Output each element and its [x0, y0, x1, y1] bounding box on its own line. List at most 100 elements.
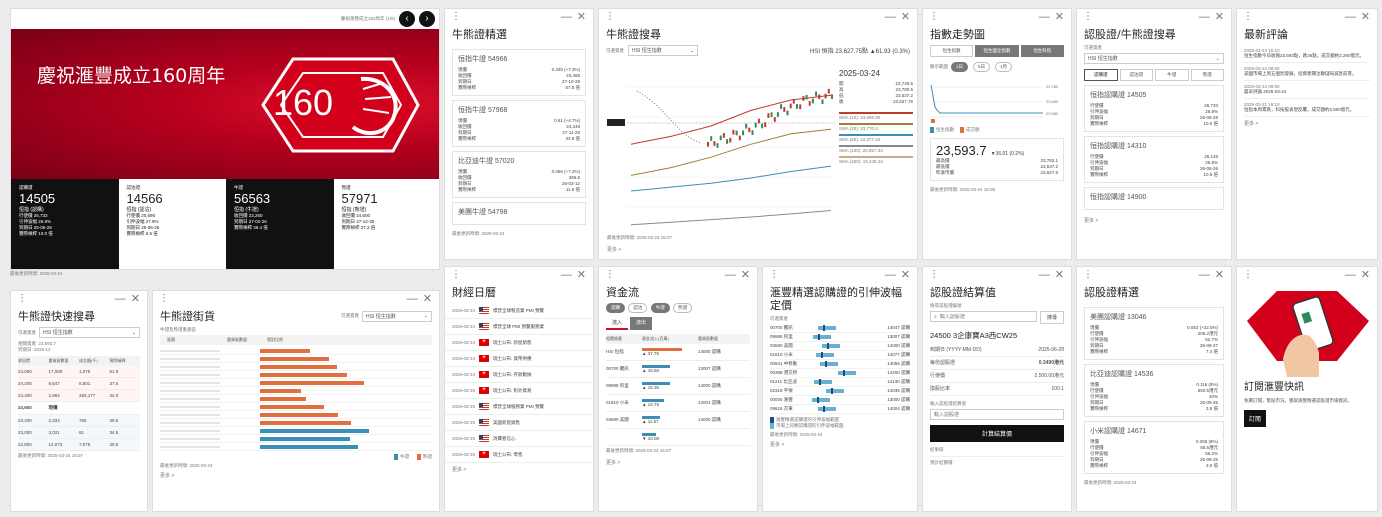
table-row[interactable]: 23,200 2,334 765 39.5 — [18, 415, 140, 428]
table-row[interactable]: 23,600 現價 — [18, 402, 140, 416]
more-link[interactable]: 更多 > — [153, 469, 439, 482]
drag-handle-icon[interactable]: ⋮ — [929, 11, 939, 22]
warrant-search-field[interactable]: ⌕ — [930, 311, 1037, 323]
iv-row[interactable]: 02318 平保 14035 認購 — [770, 387, 910, 397]
window-controls[interactable]: — ✕ — [407, 292, 433, 305]
warrant-card[interactable]: 比亞迪認購證 14536 現價 0.116 (8%) 行使價 550.5港元 引伸波幅 40… — [1084, 364, 1224, 418]
street-row[interactable] — [160, 403, 432, 412]
drag-handle-icon[interactable]: ⋮ — [769, 269, 779, 280]
iv-row[interactable]: 00005 滙豐 13000 認購 — [770, 396, 910, 406]
calendar-event[interactable]: 2025-03-24 標普全球 PMI 預覽服務業 — [445, 319, 593, 336]
more-link[interactable]: 更多 > — [445, 463, 593, 476]
window-controls[interactable]: — ✕ — [1199, 268, 1225, 281]
iv-row[interactable]: 00700 騰訊 14047 認購 — [770, 324, 910, 334]
chevron-right-icon[interactable]: › — [419, 11, 435, 27]
warrant-search-input[interactable] — [939, 313, 1010, 320]
drag-handle-icon[interactable]: ⋮ — [451, 269, 461, 280]
street-row[interactable] — [160, 395, 432, 404]
window-controls[interactable]: — ✕ — [115, 292, 141, 305]
more-link[interactable]: 更多 > — [1077, 214, 1231, 227]
drag-handle-icon[interactable]: ⋮ — [159, 293, 169, 304]
period-5d[interactable]: 5日 — [973, 62, 991, 73]
settlement-value-input[interactable] — [930, 409, 1064, 421]
window-controls[interactable]: — ✕ — [561, 268, 587, 281]
tab-inflow[interactable]: 流入 — [606, 317, 629, 331]
iv-row[interactable]: 01211 比亞迪 14130 認購 — [770, 378, 910, 388]
subscribe-button[interactable]: 訂閱 — [1244, 410, 1266, 427]
calendar-event[interactable]: 2025-03-24 + 瑞士公布: 存款數據 — [445, 367, 593, 384]
period-1d[interactable]: 1日 — [951, 62, 969, 73]
table-row[interactable]: 22,800 12,073 7,076 20.5 — [18, 439, 140, 452]
drag-handle-icon[interactable]: ⋮ — [17, 293, 27, 304]
warrant-card[interactable]: 恒指認購證 14900 — [1084, 187, 1224, 211]
tab-hsi[interactable]: 恒生指數 — [930, 45, 974, 58]
hero-tile-4[interactable]: 熊證 57971 恒指 (熊證) 收回價 24,600 到期日 27-12-30… — [333, 179, 439, 269]
tab-hstech[interactable]: 恒生科指 — [1020, 45, 1064, 58]
street-row[interactable] — [160, 379, 432, 388]
table-row[interactable]: ▼ 10.08 — [606, 429, 750, 447]
street-row[interactable] — [160, 435, 432, 444]
window-controls[interactable]: — ✕ — [1345, 10, 1371, 23]
comment-item[interactable]: 2025-03-24 09:00 晨早評論 2025-03-24 — [1244, 81, 1370, 100]
table-row[interactable]: 23,000 3,021 81 34.5 — [18, 427, 140, 440]
chevron-left-icon[interactable]: ‹ — [399, 11, 415, 27]
window-controls[interactable]: — ✕ — [1345, 268, 1371, 281]
table-row[interactable]: 03690 美團 ▲ 11.57 14000 認購 — [606, 412, 750, 430]
drag-handle-icon[interactable]: ⋮ — [1083, 269, 1093, 280]
window-controls[interactable]: — ✕ — [1039, 10, 1065, 23]
underlying-select[interactable]: HSI 恒生指數 ⌄ — [1084, 53, 1224, 65]
street-row[interactable] — [160, 347, 432, 356]
drag-handle-icon[interactable]: ⋮ — [929, 269, 939, 280]
more-link[interactable]: 更多 > — [599, 456, 757, 469]
price-chart[interactable] — [607, 67, 835, 227]
more-link[interactable]: 更多 > — [1237, 117, 1377, 130]
iv-row[interactable]: 09988 阿里 13007 認購 — [770, 333, 910, 343]
window-controls[interactable]: — ✕ — [885, 10, 911, 23]
calendar-event[interactable]: 2025-03-25 標普全球服務業 PMI 預覽 — [445, 399, 593, 416]
hero-tile-1[interactable]: 認購證 14505 恒指 (認購) 行使價 26,733 引伸波幅 26.8% … — [11, 179, 119, 269]
tab-bear[interactable]: 熊證 — [1190, 69, 1224, 82]
iv-row[interactable]: 09618 京東 14004 認購 — [770, 405, 910, 415]
window-controls[interactable]: — ✕ — [885, 268, 911, 281]
calendar-event[interactable]: 2025-03-25 + 瑞士公布: 零售 — [445, 447, 593, 464]
comment-item[interactable]: 2025-03-21 16:10 恒指本周累跌，科技股表現反覆，成交額約2,60… — [1244, 99, 1370, 118]
iv-row[interactable]: 00388 港交所 14200 認購 — [770, 369, 910, 379]
tab-outflow[interactable]: 流出 — [630, 317, 653, 331]
underlying-select[interactable]: HSI 恒生指數 ⌄ — [362, 310, 432, 322]
drag-handle-icon[interactable]: ⋮ — [451, 11, 461, 22]
period-1m[interactable]: 1月 — [995, 62, 1013, 73]
table-row[interactable]: 24,000 17,000 1,075 51.9 — [18, 366, 140, 379]
tab-bull[interactable]: 牛證 — [1155, 69, 1189, 82]
hero-tile-3[interactable]: 牛證 56563 恒指 (牛證) 收回價 23,260 到期日 27-02-26… — [226, 179, 334, 269]
drag-handle-icon[interactable]: ⋮ — [605, 269, 615, 280]
street-row[interactable] — [160, 419, 432, 428]
window-controls[interactable]: — ✕ — [1199, 10, 1225, 23]
iv-row[interactable]: 00941 中移動 14055 認購 — [770, 360, 910, 370]
calendar-event[interactable]: 2025-03-25 美國新屋銷售 — [445, 415, 593, 432]
drag-handle-icon[interactable]: ⋮ — [1243, 269, 1253, 280]
calendar-event[interactable]: 2025-03-24 + 瑞士公布: 貨幣供應 — [445, 351, 593, 368]
street-row[interactable] — [160, 427, 432, 436]
street-row[interactable] — [160, 363, 432, 372]
comment-item[interactable]: 2025-03-24 16:10 恒生指數今日收報23,593點，跌36點，成交… — [1244, 45, 1370, 64]
more-link[interactable]: 更多 > — [600, 243, 628, 256]
street-row[interactable] — [160, 387, 432, 396]
cbbc-card[interactable]: 比亞迪牛證 57020 現價 0.066 (+7.2%) 收回價 365.6 到期日… — [452, 151, 586, 199]
iv-row[interactable]: 01810 小米 14077 認購 — [770, 351, 910, 361]
cbbc-card[interactable]: 恒指牛證 57968 現價 0.61 (+4.7%) 收回價 24,248 到期日 2… — [452, 100, 586, 148]
calculate-button[interactable]: 計算結算價 — [930, 425, 1064, 443]
drag-handle-icon[interactable]: ⋮ — [605, 11, 615, 22]
filter-bull[interactable]: 牛證 — [650, 303, 670, 314]
table-row[interactable]: 01810 小米 ▲ 14.75 13001 認購 — [606, 395, 750, 413]
street-row[interactable] — [160, 355, 432, 364]
street-row[interactable] — [160, 371, 432, 380]
calendar-event[interactable]: 2025-03-24 標普全球製造業 PMI 預覽 — [445, 303, 593, 320]
warrant-card[interactable]: 恒指認購證 14310 行使價 26,148 引伸波幅 25.8% 到期日 26-06… — [1084, 136, 1224, 184]
filter-bear[interactable]: 熊證 — [673, 303, 693, 314]
warrant-card[interactable]: 美團認購證 13046 現價 0.053 (+32.5%) 行使價 206.2港元 引伸波… — [1084, 307, 1224, 361]
hero-banner[interactable]: 慶祝滙豐成立160周年 160 — [11, 29, 439, 179]
tab-put[interactable]: 認沽證 — [1119, 69, 1153, 82]
tab-call[interactable]: 認購證 — [1084, 69, 1118, 82]
window-controls[interactable]: — ✕ — [725, 268, 751, 281]
hero-tile-2[interactable]: 認沽證 14566 恒指 (認沽) 行使價 20,595 引伸波幅 27.9% … — [118, 179, 226, 269]
